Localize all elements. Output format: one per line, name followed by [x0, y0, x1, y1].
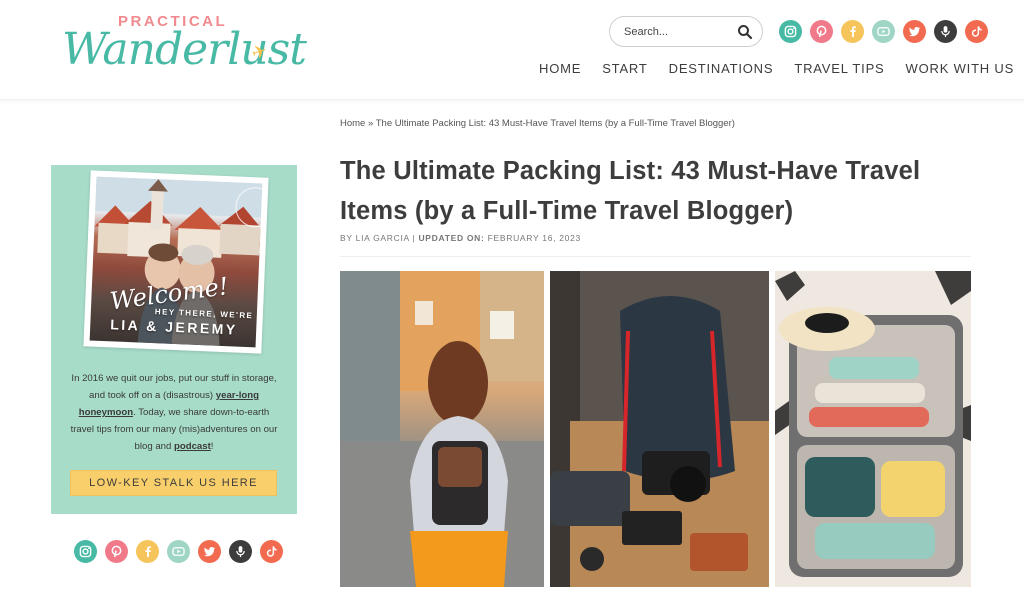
title-divider — [340, 256, 971, 257]
pinterest-icon[interactable] — [105, 540, 128, 563]
tiktok-icon[interactable] — [260, 540, 283, 563]
byline-updated-label: UPDATED ON: — [418, 233, 485, 243]
youtube-icon[interactable] — [167, 540, 190, 563]
twitter-icon[interactable] — [903, 20, 926, 43]
main-nav: HOME START DESTINATIONS TRAVEL TIPS WORK… — [539, 61, 1024, 76]
tiktok-icon[interactable] — [965, 20, 988, 43]
nav-work-with-us[interactable]: WORK WITH US — [906, 61, 1015, 76]
twitter-icon[interactable] — [198, 540, 221, 563]
facebook-icon[interactable] — [841, 20, 864, 43]
stalk-us-button[interactable]: LOW-KEY STALK US HERE — [70, 470, 277, 496]
nav-destinations[interactable]: DESTINATIONS — [669, 61, 774, 76]
sidebar-social-icons — [74, 540, 283, 563]
search-icon[interactable] — [737, 24, 753, 40]
site-logo[interactable]: PRACTICAL Wanderlust ✈ — [62, 10, 307, 96]
byline-author[interactable]: BY LIA GARCIA — [340, 233, 409, 243]
breadcrumb-home-link[interactable]: Home — [340, 118, 365, 129]
breadcrumb-current: The Ultimate Packing List: 43 Must-Have … — [375, 118, 735, 129]
podcast-icon[interactable] — [229, 540, 252, 563]
instagram-icon[interactable] — [779, 20, 802, 43]
header-social-icons — [779, 20, 988, 43]
hero-image-camera-gear — [550, 271, 769, 587]
nav-start[interactable]: START — [602, 61, 647, 76]
pinterest-icon[interactable] — [810, 20, 833, 43]
logo-script-text: Wanderlust — [62, 24, 307, 75]
couple-photo: Welcome! HEY THERE, WE'RE LIA & JEREMY — [89, 176, 263, 348]
site-header: PRACTICAL Wanderlust ✈ HOM — [0, 0, 1024, 100]
welcome-photo: Welcome! HEY THERE, WE'RE LIA & JEREMY — [83, 170, 269, 354]
post-byline: BY LIA GARCIA | UPDATED ON: FEBRUARY 16,… — [340, 233, 581, 243]
youtube-icon[interactable] — [872, 20, 895, 43]
instagram-icon[interactable] — [74, 540, 97, 563]
nav-home[interactable]: HOME — [539, 61, 581, 76]
byline-date: FEBRUARY 16, 2023 — [484, 233, 581, 243]
search-box — [609, 16, 763, 47]
facebook-icon[interactable] — [136, 540, 159, 563]
about-bio: In 2016 we quit our jobs, put our stuff … — [69, 370, 279, 455]
page-title: The Ultimate Packing List: 43 Must-Have … — [340, 157, 921, 225]
podcast-link[interactable]: podcast — [174, 441, 211, 452]
hero-image-backpack-woman — [340, 271, 544, 587]
bio-text-3: ! — [210, 441, 214, 452]
nav-travel-tips[interactable]: TRAVEL TIPS — [794, 61, 884, 76]
breadcrumb: Home » The Ultimate Packing List: 43 Mus… — [340, 118, 735, 129]
breadcrumb-separator: » — [365, 118, 376, 129]
hero-image-packed-suitcase — [775, 271, 971, 587]
about-widget: Welcome! HEY THERE, WE'RE LIA & JEREMY I… — [51, 165, 297, 514]
search-input[interactable] — [624, 24, 734, 40]
podcast-icon[interactable] — [934, 20, 957, 43]
